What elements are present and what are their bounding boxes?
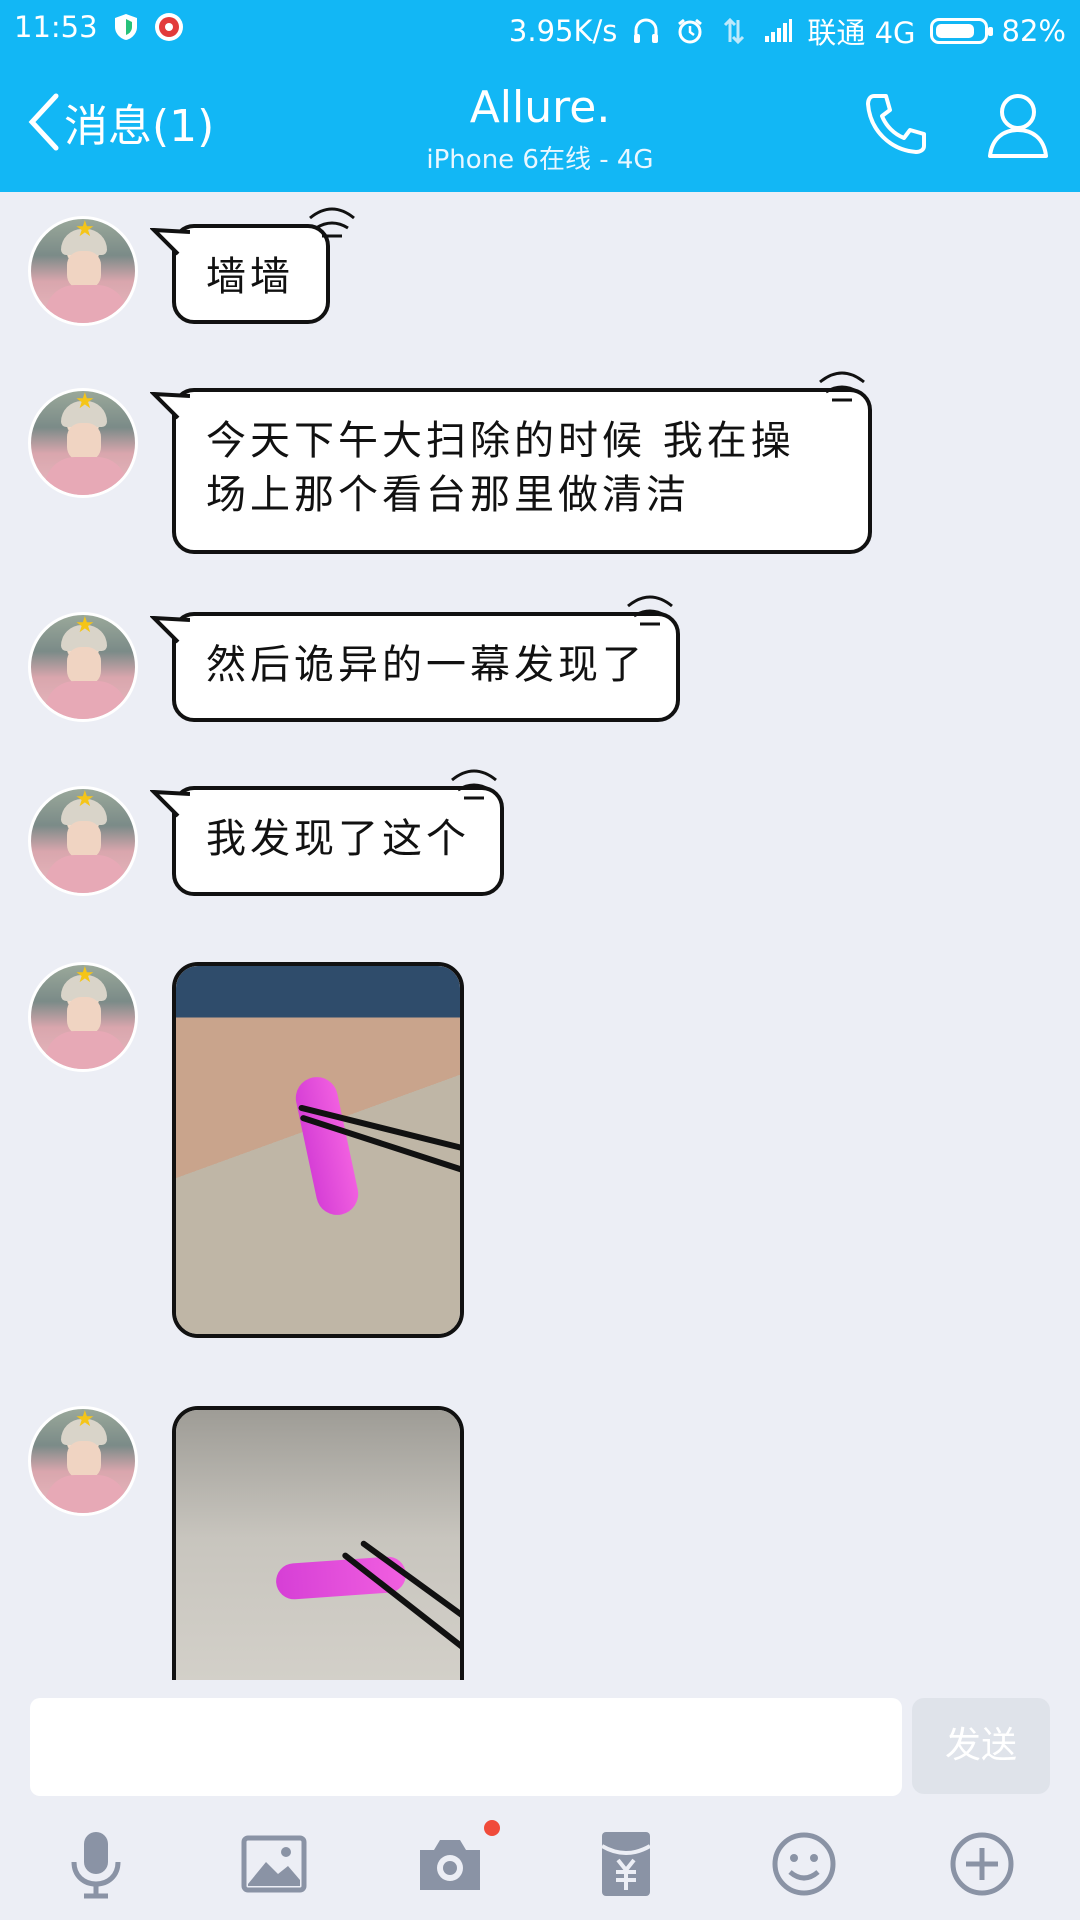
image-message[interactable] <box>172 1406 464 1680</box>
alarm-icon <box>678 18 703 44</box>
composer: 发送 <box>0 1680 1080 1800</box>
chat-header: 消息(1) Allure. iPhone 6在线 - 4G <box>0 56 1080 192</box>
star-icon: ★ <box>75 1407 95 1432</box>
doodle-face-icon <box>309 207 355 238</box>
avatar-face <box>67 423 101 461</box>
avatar-face <box>67 647 101 685</box>
message-bubble[interactable]: 墙墙 <box>150 207 355 324</box>
star-icon: ★ <box>75 389 95 414</box>
battery-percent: 82% <box>1001 14 1066 48</box>
status-time: 11:53 <box>14 10 98 44</box>
notification-dot <box>484 1820 500 1836</box>
star-icon: ★ <box>75 787 95 812</box>
avatar[interactable]: ★ <box>28 612 138 722</box>
camera-icon <box>420 1840 480 1890</box>
message-bubble[interactable]: 今天下午大扫除的时候 我在操场上那个看台那里做清洁 <box>150 371 872 554</box>
photo-thumbnail <box>176 1410 460 1680</box>
signal-icon <box>765 19 793 42</box>
avatar-face <box>67 1441 101 1479</box>
message-row: ★ <box>0 962 1080 1342</box>
bubble-tail <box>150 790 190 818</box>
microphone-icon <box>71 1832 121 1899</box>
avatar-coat <box>45 1031 127 1069</box>
send-button[interactable]: 发送 <box>912 1698 1050 1794</box>
avatar-coat <box>45 457 127 495</box>
bubble-tail <box>150 616 190 644</box>
message-text: 墙墙 <box>206 254 294 300</box>
camera-button[interactable] <box>414 1820 500 1900</box>
more-button[interactable] <box>946 1828 1018 1900</box>
avatar[interactable]: ★ <box>28 388 138 498</box>
message-bubble[interactable]: 我发现了这个 <box>150 769 504 896</box>
doodle-face-icon <box>819 371 865 402</box>
avatar-face <box>67 997 101 1035</box>
avatar[interactable]: ★ <box>28 786 138 896</box>
message-bubble[interactable]: 然后诡异的一幕发现了 <box>150 595 680 722</box>
message-row: ★ 然后诡异的一幕发现了 <box>0 595 1080 732</box>
message-row: ★ <box>0 1406 1080 1680</box>
input-toolbar <box>0 1800 1080 1920</box>
profile-icon[interactable] <box>984 88 1052 160</box>
red-envelope-icon <box>600 1832 652 1896</box>
message-input[interactable] <box>30 1698 902 1796</box>
emoji-button[interactable] <box>768 1828 840 1900</box>
message-text: 我发现了这个 <box>206 816 470 862</box>
plus-icon <box>950 1832 1014 1896</box>
avatar-coat <box>45 285 127 323</box>
star-icon: ★ <box>75 613 95 638</box>
avatar-coat <box>45 681 127 719</box>
battery-icon <box>929 18 993 44</box>
avatar[interactable]: ★ <box>28 1406 138 1516</box>
avatar[interactable]: ★ <box>28 962 138 1072</box>
red-packet-button[interactable] <box>590 1828 662 1900</box>
bubble-tail <box>150 228 190 256</box>
photo-object <box>291 1073 363 1219</box>
photo-thumbnail <box>176 966 460 1334</box>
avatar-coat <box>45 855 127 893</box>
image-icon <box>241 1835 307 1893</box>
phone-call-icon[interactable] <box>860 88 932 160</box>
image-button[interactable] <box>238 1828 310 1900</box>
network-speed: 3.95K/s <box>508 14 618 48</box>
message-row: ★ 我发现了这个 <box>0 769 1080 906</box>
message-text: 然后诡异的一幕发现了 <box>206 642 646 688</box>
star-icon: ★ <box>75 963 95 988</box>
shield-icon <box>114 14 137 40</box>
doodle-face-icon <box>627 595 673 626</box>
battery-fill <box>935 24 974 38</box>
avatar[interactable]: ★ <box>28 216 138 326</box>
music-app-icon <box>154 13 183 41</box>
message-row: ★ 今天下午大扫除的时候 我在操场上那个看台那里做清洁 <box>0 371 1080 558</box>
avatar-face <box>67 251 101 289</box>
doodle-face-icon <box>451 769 497 800</box>
bubble-tail <box>150 392 190 420</box>
data-transfer-icon <box>724 17 745 45</box>
message-text: 今天下午大扫除的时候 我在操场上那个看台那里做清洁 <box>206 418 795 518</box>
avatar-coat <box>45 1475 127 1513</box>
chat-area[interactable]: ★ 墙墙 ★ 今天下午大扫除的时候 我在操场上那个看台那里做清洁 ★ 然后诡异的… <box>0 192 1080 1680</box>
status-bar: 11:53 3.95K/s 联通 4G 82% <box>0 0 1080 56</box>
carrier-label: 联通 4G <box>807 16 916 50</box>
avatar-face <box>67 821 101 859</box>
star-icon: ★ <box>75 217 95 242</box>
image-message[interactable] <box>172 962 464 1338</box>
message-row: ★ 墙墙 <box>0 207 1080 330</box>
emoji-icon <box>772 1832 836 1896</box>
voice-button[interactable] <box>60 1828 132 1900</box>
headphones-icon <box>634 18 659 43</box>
